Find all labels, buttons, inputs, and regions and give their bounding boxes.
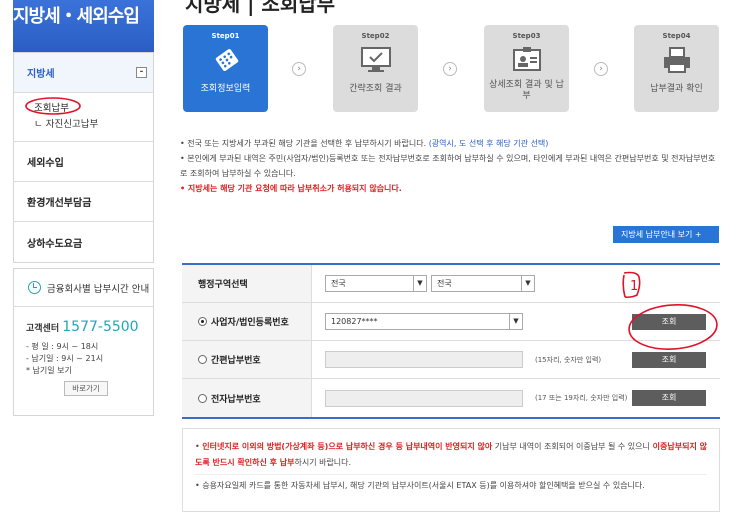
page-title: 지방세 | 조회납부 (185, 0, 336, 16)
id-card-icon (511, 46, 543, 74)
etax-input[interactable] (325, 389, 523, 407)
hours-due-link[interactable]: * 납기일 보기 (26, 365, 153, 377)
region-label: 행정구역선택 (182, 265, 312, 302)
step-label: 간략조회 결과 (349, 84, 402, 94)
radio-unselected[interactable] (198, 393, 207, 403)
shortcut-button[interactable]: 바로가기 (64, 381, 108, 396)
clock-icon (28, 281, 41, 294)
sidebar-item-nontax[interactable]: 세외수입 (14, 142, 153, 182)
biz-number-label: 사업자/법인등록번호 (211, 318, 289, 328)
query-button-simple[interactable]: 조회 (632, 351, 706, 368)
hours-weekday: - 평 일 : 9시 ~ 18시 (26, 342, 99, 351)
biz-number-option[interactable]: 사업자/법인등록번호 (182, 303, 312, 340)
simple-pay-label: 간편납부번호 (211, 356, 261, 366)
monitor-check-icon (360, 46, 392, 74)
step-4: Step04 납부결과 확인 (634, 25, 719, 112)
query-button-etax[interactable]: 조회 (632, 390, 706, 406)
step-number: Step04 (662, 32, 691, 40)
notice-warning: • 지방세는 해당 기관 요청에 따라 납부취소가 허용되지 않습니다. (180, 184, 402, 193)
notice-item: • 전국 또는 지방세가 부과된 해당 기관을 선택한 후 납부하시기 바랍니다… (180, 136, 720, 151)
etax-hint: (17 또는 19자리, 숫자만 입력) (535, 394, 628, 402)
hours-due: - 납기일 : 9시 ~ 21시 (26, 354, 104, 363)
call-center: 고객센터 1577-5500 (14, 307, 153, 335)
bottom-notice: • 인터넷지로 이외의 방법(가상계좌 등)으로 납부하신 경우 등 납부내역이… (182, 428, 720, 512)
chevron-right-icon: › (443, 62, 457, 76)
region-select-value: 전국 (331, 279, 346, 288)
step-label: 납부결과 확인 (650, 84, 703, 94)
payment-time-box: 금융회사별 납부시간 안내 고객센터 1577-5500 - 평 일 : 9시 … (13, 268, 154, 416)
call-center-label: 고객센터 (26, 324, 60, 334)
remote-control-icon (210, 46, 242, 74)
etax-label: 전자납부번호 (211, 394, 261, 405)
step-3: Step03 상세조회 결과 및 납부 (484, 25, 569, 112)
step-label: 조회정보입력 (200, 84, 251, 94)
sidebar-menu: 지방세 - 조회납부 ㄴ 자진신고납부 세외수입 환경개선부담금 상하수도요금 (13, 52, 154, 263)
payment-time-label: 금융회사별 납부시간 안내 (47, 283, 150, 295)
step-number: Step03 (512, 32, 541, 40)
sidebar-subitem-inquiry[interactable]: 조회납부 (34, 101, 153, 117)
simple-pay-hint: (15자리, 숫자만 입력) (535, 355, 602, 364)
simple-pay-option[interactable]: 간편납부번호 (182, 341, 312, 378)
step-1: Step01 조회정보입력 (183, 25, 268, 112)
collapse-icon[interactable]: - (136, 67, 147, 78)
sidebar-subitem-self-report[interactable]: ㄴ 자진신고납부 (34, 117, 153, 133)
bottom-text: 하시기 바랍니다. (294, 458, 352, 467)
step-2: Step02 간략조회 결과 (333, 25, 418, 112)
sidebar-item-local-tax[interactable]: 지방세 - (14, 53, 153, 93)
notice-text: • 전국 또는 지방세가 부과된 해당 기관을 선택한 후 납부하시기 바랍니다… (180, 139, 427, 148)
radio-selected[interactable] (198, 317, 207, 326)
sidebar-item-label: 지방세 (27, 69, 55, 80)
biz-number-row: 사업자/법인등록번호 120827**** ▼ 조회 (182, 303, 720, 341)
region-row: 행정구역선택 전국 ▼ 전국 ▼ (182, 265, 720, 303)
sidebar-item-water[interactable]: 상하수도요금 (14, 222, 153, 262)
sidebar-subitems: 조회납부 ㄴ 자진신고납부 (14, 93, 153, 142)
step-number: Step02 (361, 32, 390, 40)
bottom-notice-item: • 인터넷지로 이외의 방법(가상계좌 등)으로 납부하신 경우 등 납부내역이… (195, 442, 707, 467)
inquiry-form: 행정구역선택 전국 ▼ 전국 ▼ 사업자/법인등록번호 120827**** ▼ 조회… (182, 263, 720, 419)
region-select-1[interactable]: 전국 ▼ (325, 275, 427, 292)
biz-number-value: 120827**** (331, 317, 378, 326)
tax-guide-button[interactable]: 지방세 납부안내 보기 + (613, 226, 719, 243)
printer-icon (661, 46, 693, 74)
service-hours: - 평 일 : 9시 ~ 18시 - 납기일 : 9시 ~ 21시 * 납기일 … (14, 335, 153, 377)
region-select-value: 전국 (437, 279, 452, 288)
notice-list: • 전국 또는 지방세가 부과된 해당 기관을 선택한 후 납부하시기 바랍니다… (180, 136, 720, 196)
simple-pay-row: 간편납부번호 (15자리, 숫자만 입력) 조회 (182, 341, 720, 379)
region-select-2[interactable]: 전국 ▼ (431, 275, 535, 292)
chevron-down-icon: ▼ (413, 276, 426, 291)
call-center-number: 1577-5500 (62, 319, 139, 335)
sidebar-title: 지방세・세외수입 (13, 0, 154, 52)
simple-pay-input[interactable] (325, 351, 523, 368)
chevron-down-icon: ▼ (509, 314, 522, 329)
notice-highlight: (광역시, 도 선택 후 해당 기관 선택) (428, 139, 549, 148)
divider (195, 474, 707, 475)
notice-item: • 본인에게 부과된 내역은 주민(사업자/법인)등록번호 또는 전자납부번호로… (180, 154, 716, 178)
query-button-biz[interactable]: 조회 (632, 313, 706, 330)
bottom-notice-item: • 승용자요일제 카드를 통한 자동차세 납부시, 해당 기관의 납부사이트(서… (195, 481, 645, 490)
step-label: 상세조회 결과 및 납부 (489, 80, 564, 101)
step-number: Step01 (211, 32, 240, 40)
etax-option[interactable]: 전자납부번호 (182, 379, 312, 417)
payment-time-link[interactable]: 금융회사별 납부시간 안내 (14, 269, 153, 307)
biz-number-select[interactable]: 120827**** ▼ (325, 313, 523, 330)
etax-row: 전자납부번호 (17 또는 19자리, 숫자만 입력) 조회 (182, 379, 720, 417)
chevron-right-icon: › (292, 62, 306, 76)
chevron-down-icon: ▼ (521, 276, 534, 291)
bottom-warning: 인터넷지로 이외의 방법(가상계좌 등)으로 납부하신 경우 등 납부내역이 반… (202, 442, 493, 451)
radio-unselected[interactable] (198, 355, 207, 364)
bottom-text: 기납부 내역이 조회되어 이중납부 될 수 있으니 (492, 442, 650, 451)
sidebar-item-environment[interactable]: 환경개선부담금 (14, 182, 153, 222)
chevron-right-icon: › (594, 62, 608, 76)
